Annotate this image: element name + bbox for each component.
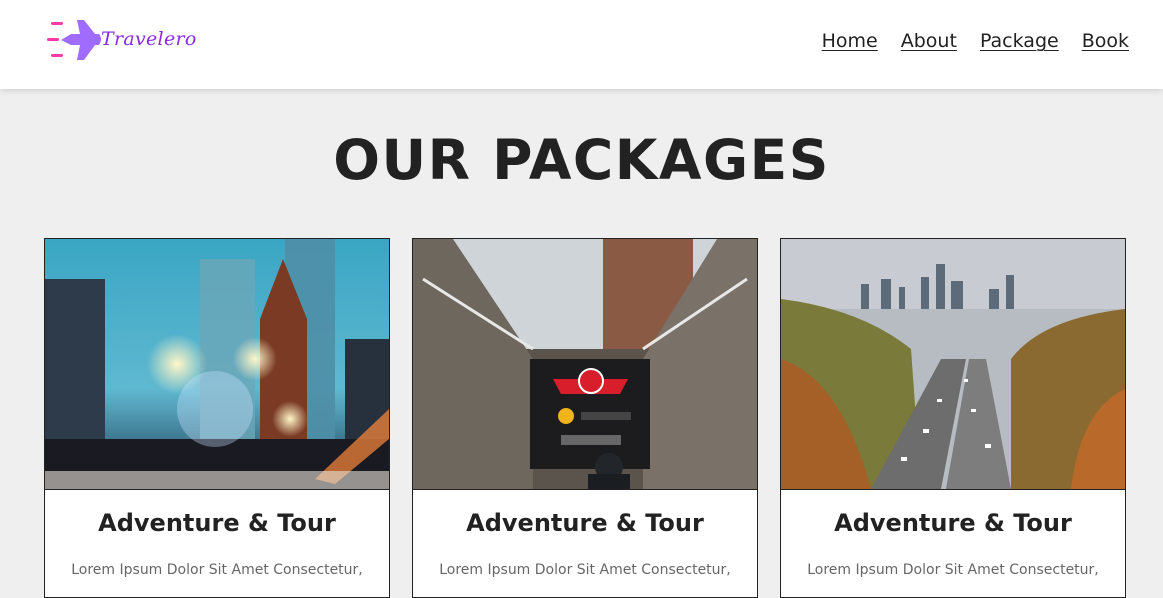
card-title: Adventure & Tour	[466, 509, 704, 537]
nav-home-link[interactable]: Home	[822, 30, 878, 52]
card-description: Lorem Ipsum Dolor Sit Amet Consectetur,	[439, 562, 731, 578]
package-card[interactable]: Adventure & Tour Lorem Ipsum Dolor Sit A…	[44, 238, 390, 598]
brand-name[interactable]: Travelero	[101, 28, 197, 50]
nav-about-link[interactable]: About	[901, 30, 957, 52]
main-nav: Home About Package Book	[822, 30, 1129, 52]
nav-package-link[interactable]: Package	[980, 30, 1059, 52]
card-title: Adventure & Tour	[98, 509, 336, 537]
package-card[interactable]: Adventure & Tour Lorem Ipsum Dolor Sit A…	[412, 238, 758, 598]
nav-book-link[interactable]: Book	[1082, 30, 1129, 52]
card-title: Adventure & Tour	[834, 509, 1072, 537]
subway-entrance-photo	[413, 239, 757, 490]
highway-valley-skyline-photo	[781, 239, 1125, 490]
card-description: Lorem Ipsum Dolor Sit Amet Consectetur,	[807, 562, 1099, 578]
site-header: Travelero Home About Package Book	[0, 0, 1163, 89]
city-night-street-photo	[45, 239, 389, 490]
section-title: OUR PACKAGES	[333, 128, 830, 192]
card-description: Lorem Ipsum Dolor Sit Amet Consectetur,	[71, 562, 363, 578]
package-card[interactable]: Adventure & Tour Lorem Ipsum Dolor Sit A…	[780, 238, 1126, 598]
